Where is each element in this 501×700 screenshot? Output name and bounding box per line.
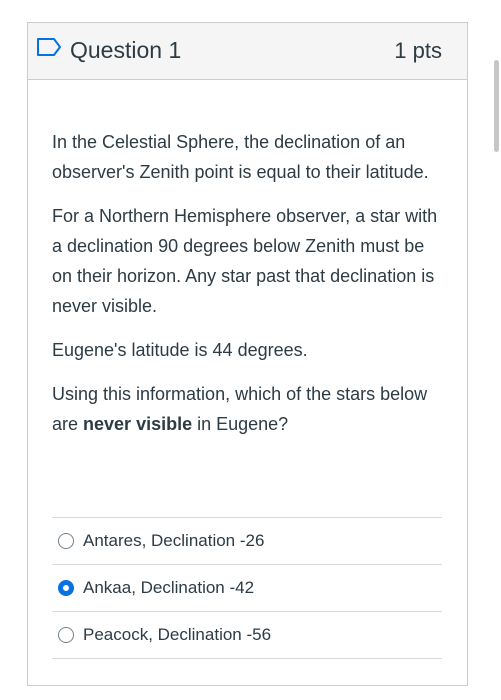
prompt-emphasis: never visible <box>83 414 193 434</box>
answer-list: Antares, Declination -26 Ankaa, Declinat… <box>52 517 442 659</box>
question-card: Question 1 1 pts In the Celestial Sphere… <box>27 22 468 686</box>
flag-outline-icon[interactable] <box>36 37 62 57</box>
scrollbar-thumb[interactable] <box>494 60 499 152</box>
question-paragraph: In the Celestial Sphere, the declination… <box>52 132 429 182</box>
answer-option-peacock[interactable]: Peacock, Declination -56 <box>52 612 442 659</box>
question-header: Question 1 1 pts <box>28 23 467 80</box>
answer-option-antares[interactable]: Antares, Declination -26 <box>52 518 442 565</box>
question-prompt: Using this information, which of the sta… <box>52 379 447 439</box>
question-paragraph: Eugene's latitude is 44 degrees. <box>52 340 308 360</box>
answer-label[interactable]: Ankaa, Declination -42 <box>83 578 254 598</box>
radio-button[interactable] <box>58 533 74 549</box>
answer-option-ankaa[interactable]: Ankaa, Declination -42 <box>52 565 442 612</box>
answer-label[interactable]: Antares, Declination -26 <box>83 531 264 551</box>
question-paragraph: For a Northern Hemisphere observer, a st… <box>52 206 438 316</box>
radio-button-selected[interactable] <box>58 580 74 596</box>
prompt-text: in Eugene? <box>192 414 289 434</box>
radio-button[interactable] <box>58 627 74 643</box>
question-text: In the Celestial Sphere, the declination… <box>52 127 447 453</box>
question-title: Question 1 <box>70 37 182 63</box>
answer-label[interactable]: Peacock, Declination -56 <box>83 625 271 645</box>
question-points: 1 pts <box>394 38 442 63</box>
